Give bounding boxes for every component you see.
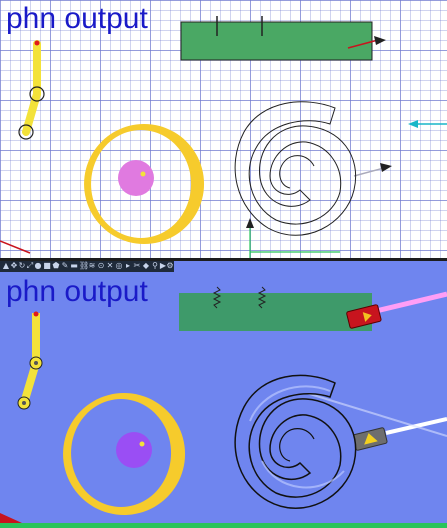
polygon-tool-icon[interactable]: ⬟ xyxy=(52,262,60,270)
editor-pendulum-lower[interactable] xyxy=(22,90,41,136)
editor-green-box[interactable] xyxy=(180,21,373,61)
editor-purple-ball[interactable] xyxy=(118,160,154,196)
editor-cyan-arrowhead xyxy=(408,120,418,128)
sim-green-box[interactable] xyxy=(179,293,372,331)
editor-red-edge xyxy=(0,240,31,254)
editor-spiral-inner xyxy=(279,155,315,189)
tracer-tool-icon[interactable]: ◎ xyxy=(115,262,123,270)
sim-spiral[interactable] xyxy=(234,374,357,510)
box-tool-icon[interactable]: ■ xyxy=(43,262,51,270)
zoom-icon[interactable]: ⚲ xyxy=(151,262,159,270)
fixjoint-tool-icon[interactable]: ✕ xyxy=(106,262,114,270)
sim-purple-ball[interactable] xyxy=(116,432,152,468)
editor-pivot-dot xyxy=(34,40,40,46)
scale-icon[interactable]: ⤢ xyxy=(26,262,34,270)
sim-ground-green xyxy=(0,523,447,528)
move-icon[interactable]: ✥ xyxy=(10,262,18,270)
editor-laser-arrow-gray[interactable] xyxy=(353,167,385,177)
editor-scene xyxy=(0,16,447,258)
cut-tool-icon[interactable]: ✂ xyxy=(133,262,141,270)
rotate-icon[interactable]: ↻ xyxy=(18,262,26,270)
sim-title: phn output xyxy=(6,275,148,308)
circle-tool-icon[interactable]: ● xyxy=(34,262,42,270)
sim-red-ground xyxy=(0,513,22,523)
sim-spiral-inner xyxy=(279,428,315,462)
eraser-tool-icon[interactable]: ◆ xyxy=(142,262,150,270)
sim-pink-beam xyxy=(375,291,447,314)
brush-tool-icon[interactable]: ✎ xyxy=(61,262,69,270)
sim-toolbar: ▲ ✥ ↻ ⤢ ● ■ ⬟ ✎ ▬ ⛓ ≋ ⊙ ✕ ◎ ▸ ✂ ◆ ⚲ ▶ ⚙ xyxy=(0,261,174,272)
simulation-view[interactable]: phn output xyxy=(0,261,447,528)
editor-ball-center xyxy=(140,171,146,177)
laser-tool-icon[interactable]: ▸ xyxy=(124,262,132,270)
editor-laser-arrowhead-gray xyxy=(380,163,392,172)
hinge-tool-icon[interactable]: ⊙ xyxy=(97,262,105,270)
editor-green-arrowhead xyxy=(246,218,254,228)
plane-tool-icon[interactable]: ▬ xyxy=(70,262,78,270)
sim-ball-center xyxy=(139,441,145,447)
chain-tool-icon[interactable]: ⛓ xyxy=(79,262,89,270)
editor-spiral-outline[interactable] xyxy=(234,101,356,236)
sim-gray-laser[interactable] xyxy=(352,427,388,451)
sim-hinge-1[interactable] xyxy=(29,356,43,370)
settings-icon[interactable]: ⚙ xyxy=(166,262,174,270)
editor-view[interactable]: phn output xyxy=(0,0,447,258)
spring-tool-icon[interactable]: ≋ xyxy=(88,262,96,270)
editor-title: phn output xyxy=(6,2,148,35)
sim-pivot-dot xyxy=(33,311,39,317)
sim-hinge-2[interactable] xyxy=(17,396,31,410)
select-icon[interactable]: ▲ xyxy=(2,262,10,270)
editor-laser-arrowhead-red xyxy=(374,36,386,45)
